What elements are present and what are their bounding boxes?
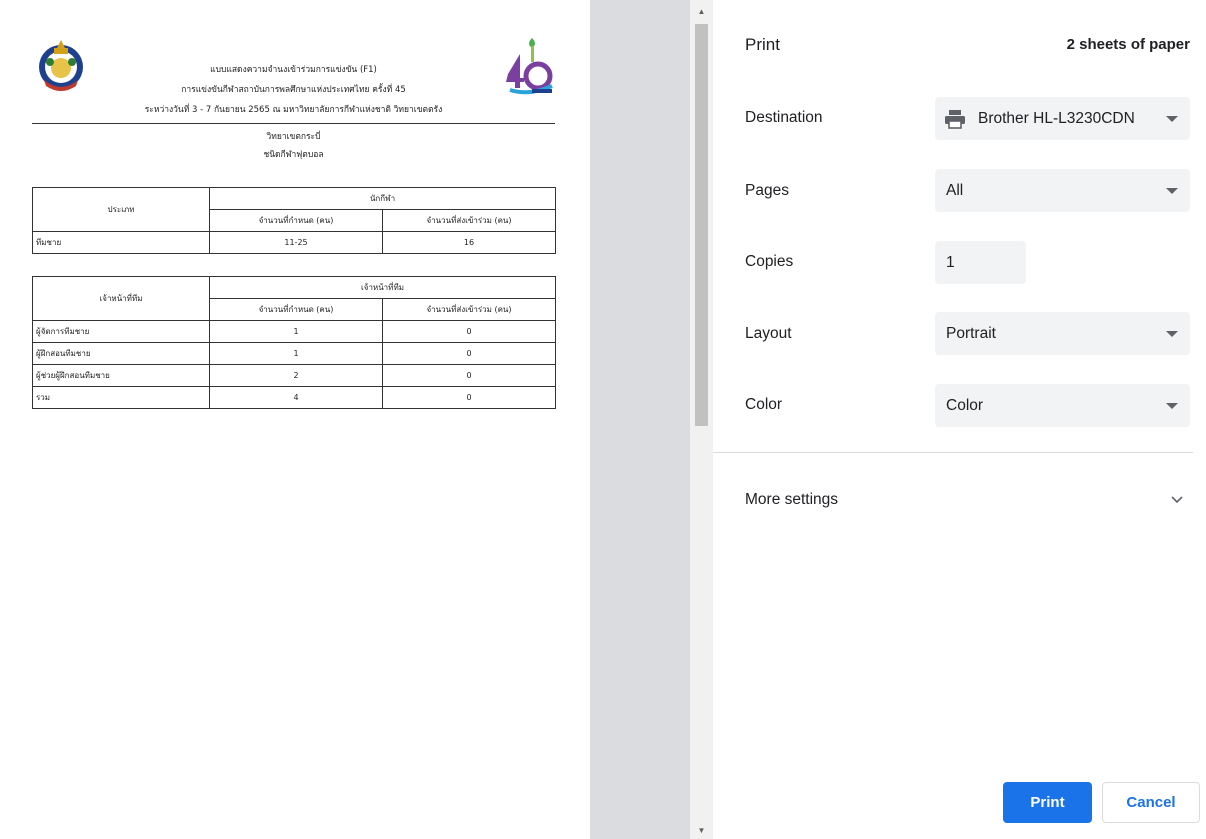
layout-label: Layout	[745, 325, 792, 342]
staff-table: เจ้าหน้าที่ทีม เจ้าหน้าที่ทีม จำนวนที่กำ…	[32, 276, 556, 409]
print-button[interactable]: Print	[1003, 782, 1092, 823]
expand-chevron-icon[interactable]	[1170, 494, 1184, 506]
destination-value: Brother HL-L3230CDN	[978, 110, 1135, 127]
layout-select[interactable]: Portrait	[935, 312, 1190, 355]
copies-label: Copies	[745, 253, 794, 270]
print-preview: แบบแสดงความจำนงเข้าร่วมการแข่งขัน (F1) ก…	[0, 0, 590, 839]
table-header-cell: เจ้าหน้าที่ทีม	[32, 276, 210, 321]
destination-select[interactable]: Brother HL-L3230CDN	[935, 97, 1190, 140]
color-label: Color	[745, 396, 783, 413]
chevron-down-icon	[1166, 403, 1178, 409]
pages-select[interactable]: All	[935, 169, 1190, 212]
table-header-cell: นักกีฬา	[209, 187, 556, 210]
printer-icon	[945, 110, 965, 129]
table-cell: 0	[382, 342, 556, 365]
header-line-2: การแข่งขันกีฬาสถาบันการพลศึกษาแห่งประเทศ…	[181, 85, 406, 95]
table-cell: ผู้ฝึกสอนทีมชาย	[32, 342, 210, 365]
preview-gutter	[590, 0, 690, 839]
settings-divider	[713, 452, 1193, 453]
sport-name: ชนิดกีฬาฟุตบอล	[263, 150, 324, 160]
table-cell: รวม	[32, 386, 210, 409]
games-45-logo	[506, 38, 553, 95]
copies-input[interactable]: 1	[935, 241, 1026, 284]
chevron-down-icon	[1166, 331, 1178, 337]
table-cell: 0	[382, 320, 556, 343]
chevron-down-icon	[1166, 188, 1178, 194]
scroll-up-icon[interactable]: ▲	[690, 4, 713, 20]
table-cell: 1	[209, 320, 383, 343]
table-row: ผู้ฝึกสอนทีมชาย 1 0	[32, 342, 556, 365]
print-settings-panel: Print 2 sheets of paper Destination Brot…	[713, 0, 1206, 839]
table-cell: ผู้ช่วยผู้ฝึกสอนทีมชาย	[32, 364, 210, 387]
preview-scrollbar[interactable]: ▲ ▼	[690, 0, 713, 839]
header-divider	[32, 123, 555, 124]
table-header-cell: เจ้าหน้าที่ทีม	[209, 276, 556, 299]
copies-value: 1	[946, 254, 955, 271]
table-cell: 11-25	[209, 231, 383, 254]
pages-label: Pages	[745, 182, 789, 199]
panel-title: Print	[745, 35, 780, 54]
color-value: Color	[946, 397, 984, 414]
header-line-3: ระหว่างวันที่ 3 - 7 กันยายน 2565 ณ มหาวิ…	[144, 105, 443, 115]
table-header-cell: จำนวนที่กำหนด (คน)	[209, 298, 383, 321]
chevron-down-icon	[1166, 116, 1178, 122]
table-row: รวม 4 0	[32, 386, 556, 409]
sheet-count: 2 sheets of paper	[1066, 36, 1190, 53]
table-header-cell: ประเภท	[32, 187, 210, 232]
more-settings-toggle[interactable]: More settings	[745, 491, 838, 509]
table-cell: 0	[382, 386, 556, 409]
table-header-cell: จำนวนที่กำหนด (คน)	[209, 209, 383, 232]
layout-value: Portrait	[946, 325, 996, 342]
table-cell: 16	[382, 231, 556, 254]
table-cell: 4	[209, 386, 383, 409]
table-row: ผู้จัดการทีมชาย 1 0	[32, 320, 556, 343]
scroll-down-icon[interactable]: ▼	[690, 823, 713, 839]
table-row: ทีมชาย 11-25 16	[32, 231, 556, 254]
scrollbar-thumb[interactable]	[695, 24, 708, 426]
table-cell: ผู้จัดการทีมชาย	[32, 320, 210, 343]
destination-label: Destination	[745, 109, 823, 126]
table-cell: 1	[209, 342, 383, 365]
table-header-cell: จำนวนที่ส่งเข้าร่วม (คน)	[382, 298, 556, 321]
cancel-button[interactable]: Cancel	[1102, 782, 1200, 823]
pages-value: All	[946, 182, 964, 199]
header-line-1: แบบแสดงความจำนงเข้าร่วมการแข่งขัน (F1)	[210, 65, 377, 75]
table-cell: ทีมชาย	[32, 231, 210, 254]
table-row: ผู้ช่วยผู้ฝึกสอนทีมชาย 2 0	[32, 364, 556, 387]
athletes-table: ประเภท นักกีฬา จำนวนที่กำหนด (คน) จำนวนท…	[32, 187, 556, 254]
document-header: แบบแสดงความจำนงเข้าร่วมการแข่งขัน (F1) ก…	[32, 34, 555, 124]
table-cell: 0	[382, 364, 556, 387]
table-cell: 2	[209, 364, 383, 387]
table-header-cell: จำนวนที่ส่งเข้าร่วม (คน)	[382, 209, 556, 232]
campus-name: วิทยาเขตกระบี่	[266, 132, 321, 142]
color-select[interactable]: Color	[935, 384, 1190, 427]
